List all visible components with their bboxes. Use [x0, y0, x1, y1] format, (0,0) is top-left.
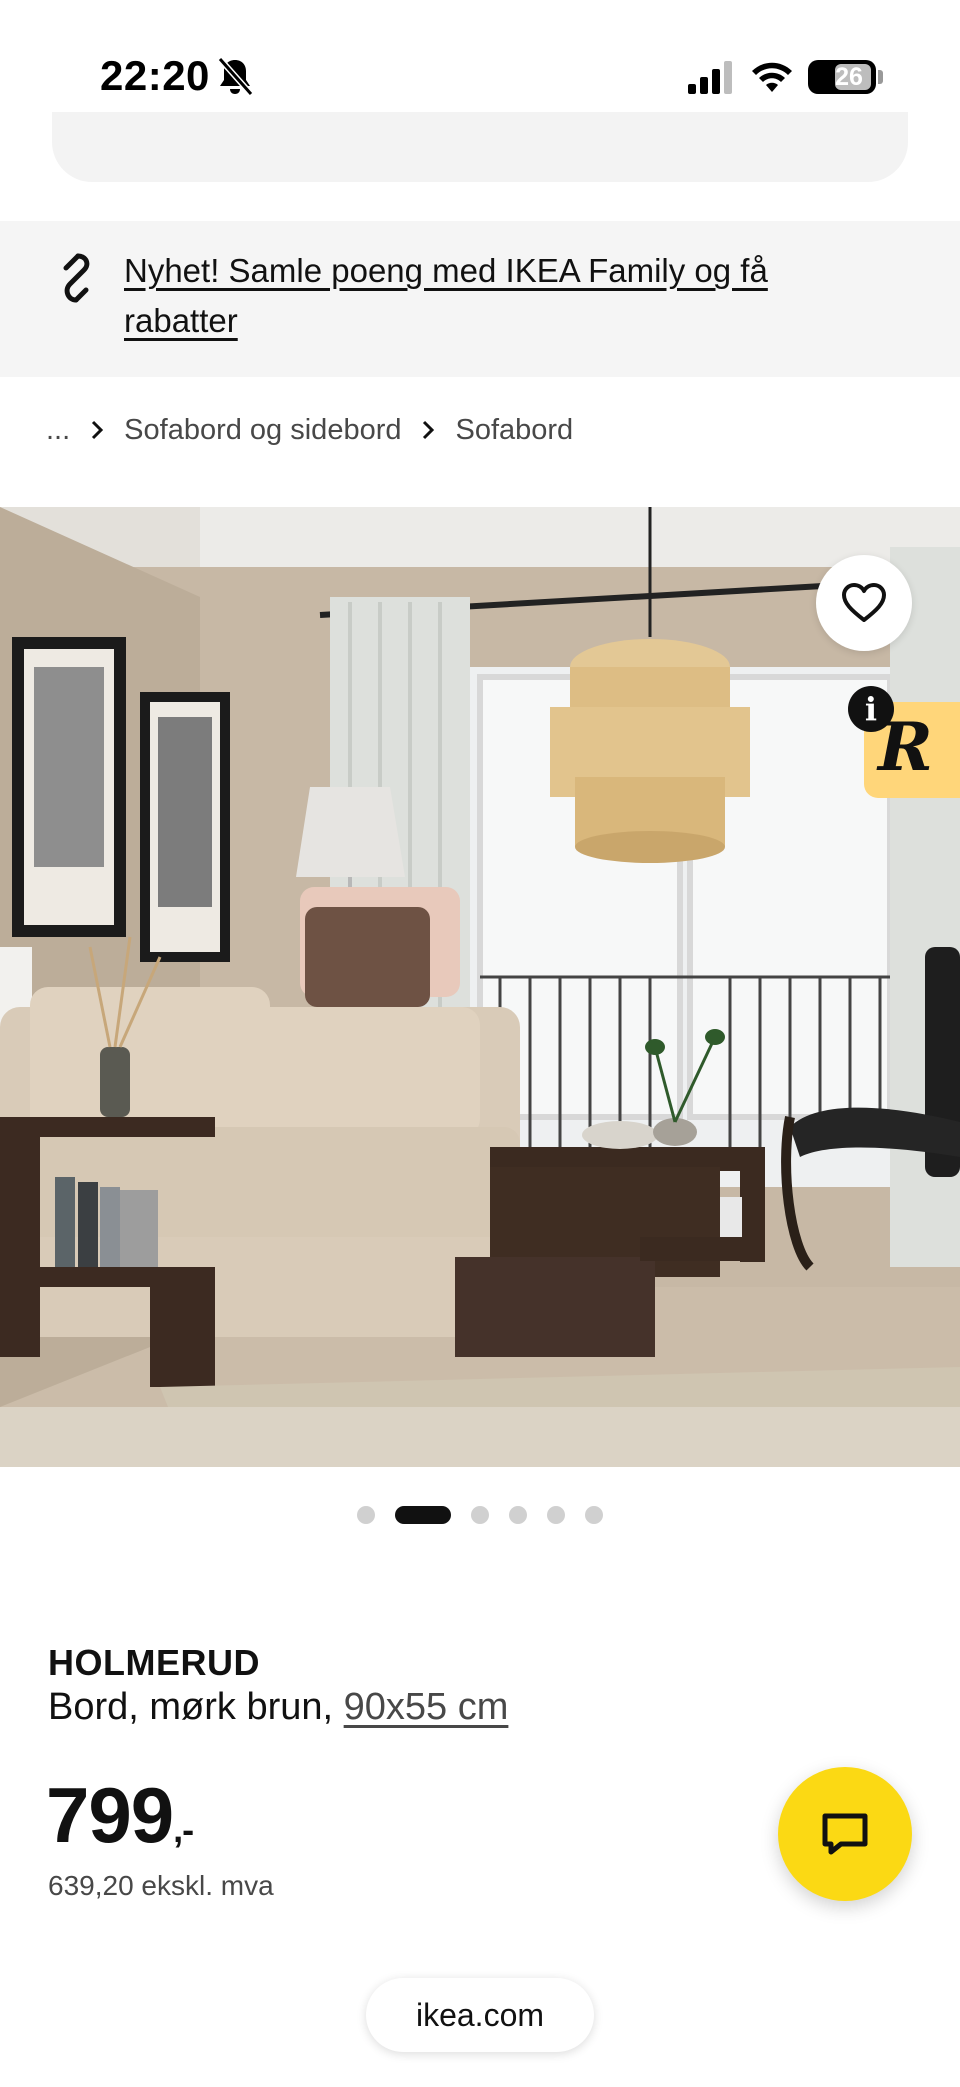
search-bar[interactable] — [52, 112, 908, 182]
signal-icon — [688, 61, 732, 94]
product-image[interactable] — [0, 507, 960, 1467]
product-name: HOLMERUD — [48, 1642, 260, 1683]
carousel-dot[interactable] — [585, 1506, 603, 1524]
chat-button[interactable] — [778, 1767, 912, 1901]
battery-level: 26 — [835, 63, 863, 91]
breadcrumb: ... Sofabord og sidebord Sofabord — [46, 408, 573, 452]
breadcrumb-ellipsis[interactable]: ... — [46, 414, 70, 447]
product-size-link[interactable]: 90x55 cm — [344, 1686, 509, 1728]
price-value: 799 — [46, 1771, 174, 1859]
carousel-dot[interactable] — [357, 1506, 375, 1524]
wifi-icon — [752, 62, 792, 92]
product-price: 799,- — [46, 1770, 194, 1861]
status-time: 22:20 — [100, 52, 210, 99]
carousel-dot[interactable] — [547, 1506, 565, 1524]
chevron-right-icon — [423, 420, 435, 440]
chat-bubble-icon — [822, 1813, 868, 1855]
carousel-dot[interactable] — [509, 1506, 527, 1524]
ikea-family-icon — [63, 253, 90, 303]
browser-url-bar[interactable]: ikea.com — [366, 1978, 594, 2052]
favorite-button[interactable] — [816, 555, 912, 651]
product-description: Bord, mørk brun, 90x55 cm — [48, 1686, 508, 1729]
info-icon[interactable]: i — [848, 686, 894, 732]
breadcrumb-item-sofabord[interactable]: Sofabord — [455, 414, 573, 447]
heart-icon — [842, 583, 886, 622]
price-excl-vat: 639,20 ekskl. mva — [48, 1870, 274, 1901]
product-description-text: Bord, mørk brun, — [48, 1686, 344, 1728]
carousel-dot-active[interactable] — [395, 1506, 451, 1524]
price-suffix: ,- — [173, 1809, 194, 1850]
image-carousel-dots — [0, 1504, 960, 1526]
battery-cap — [878, 70, 883, 84]
bell-slash-icon — [217, 57, 254, 96]
breadcrumb-item-sofabord-og-sidebord[interactable]: Sofabord og sidebord — [124, 414, 401, 447]
chevron-right-icon — [92, 420, 104, 440]
product-photo — [0, 507, 960, 1467]
family-banner-link[interactable]: Nyhet! Samle poeng med IKEA Family og få… — [124, 246, 844, 346]
carousel-dot[interactable] — [471, 1506, 489, 1524]
battery-icon: 26 — [808, 60, 876, 94]
